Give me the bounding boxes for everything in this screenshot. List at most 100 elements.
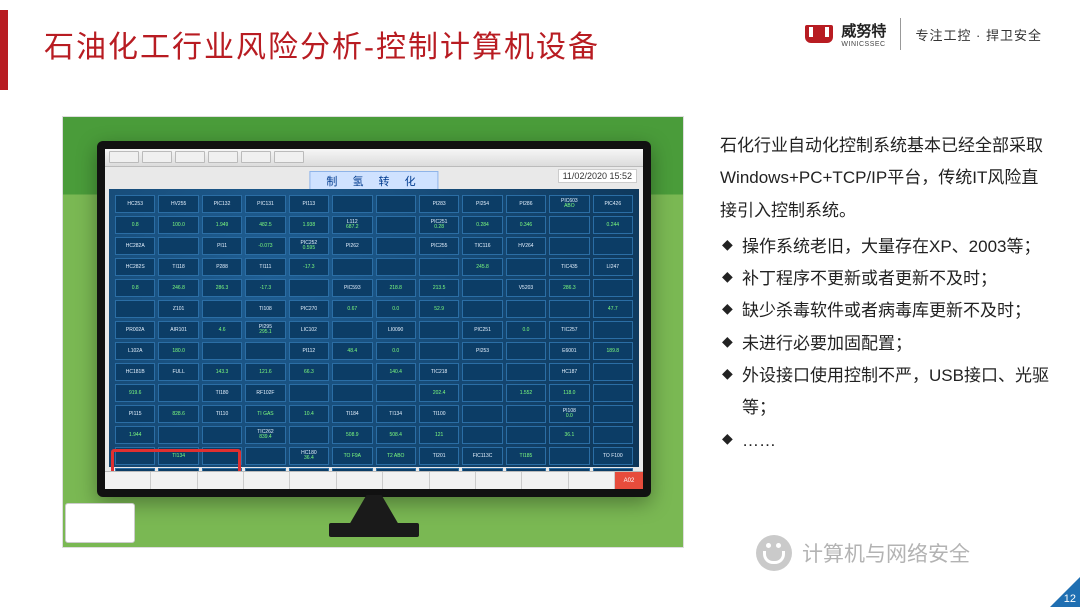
brand-tagline: 专注工控 · 捍卫安全 [915,25,1042,44]
body-text: 石化行业自动化控制系统基本已经全部采取Windows+PC+TCP/IP平台，传… [720,130,1054,457]
scada-tag [202,342,242,360]
bullet-item: …… [720,425,1054,457]
scada-tag: 118.0 [549,384,589,402]
scada-tag: FIC113C [462,447,502,465]
scada-tag: PIC2520.595 [289,237,329,255]
monitor-screen: 11/02/2020 15:52 制 氢 转 化 HC253HV255PIC13… [105,149,643,489]
desk-object [65,503,135,543]
bullet-item: 未进行必要加固配置； [720,328,1054,360]
scada-title: 制 氢 转 化 [309,171,438,191]
scada-tag: 10.4 [289,405,329,423]
scada-tag: 213.5 [419,279,459,297]
scada-tag: TIC218 [419,363,459,381]
scada-tag [332,258,372,276]
scada-tag: TI110 [202,405,242,423]
scada-tag: 286.3 [549,279,589,297]
scada-tag [332,195,372,213]
scada-tag: 0.244 [593,216,633,234]
monitor-stand [329,523,419,537]
brand-block: 威努特 WINICSSEC 专注工控 · 捍卫安全 [805,18,1042,50]
scada-tag [593,279,633,297]
scada-tag [462,300,502,318]
bullet-list: 操作系统老旧，大量存在XP、2003等；补丁程序不更新或者更新不及时；缺少杀毒软… [720,231,1054,457]
scada-tag: TIC116 [462,237,502,255]
scada-tag: 0.346 [506,216,546,234]
scada-tag: 1.552 [506,384,546,402]
monitor-photo: 11/02/2020 15:52 制 氢 转 化 HC253HV255PIC13… [62,116,684,548]
scada-tag: 0.8 [115,279,155,297]
scada-tag: 218.8 [376,279,416,297]
scada-tag [158,384,198,402]
scada-tag: L112687.2 [332,216,372,234]
screen-timestamp: 11/02/2020 15:52 [558,169,637,183]
scada-tag: TI180 [202,384,242,402]
watermark-text: 计算机与网络安全 [802,538,970,568]
scada-tag: 286.3 [202,279,242,297]
scada-tag: PIC132 [202,195,242,213]
scada-tag: TI134 [376,405,416,423]
scada-tag: 47.7 [593,300,633,318]
scada-tag: 36.1 [549,426,589,444]
monitor-frame: 11/02/2020 15:52 制 氢 转 化 HC253HV255PIC13… [97,141,651,497]
scada-tag: 0.0 [376,342,416,360]
scada-tag: HC282S [115,258,155,276]
scada-tag: 919.6 [115,384,155,402]
scada-tag [376,216,416,234]
scada-tag: 52.9 [419,300,459,318]
scada-tag [593,237,633,255]
scada-tag [549,447,589,465]
scada-tag: PR002A [115,321,155,339]
scada-tag: 246.8 [158,279,198,297]
brand-name-cn: 威努特 [841,20,886,41]
scada-tag: 0.8 [115,216,155,234]
scada-tag: TIC262839.4 [245,426,285,444]
scada-tag: PI113 [289,195,329,213]
scada-tag: PI262 [332,237,372,255]
scada-tag: PIC603ABO [549,195,589,213]
scada-tag: P288 [202,258,242,276]
scada-tag [115,447,155,465]
scada-tag [419,321,459,339]
scada-tag [506,405,546,423]
scada-tag: TI GAS [245,405,285,423]
scada-tag: TI185 [506,447,546,465]
scada-tag: TIC435 [549,258,589,276]
scada-tag [376,195,416,213]
scada-tag: 0.0 [506,321,546,339]
scada-tag: PI286 [506,195,546,213]
slide-title: 石油化工行业风险分析-控制计算机设备 [44,22,600,66]
scada-tag: AIR101 [158,321,198,339]
scada-tag: PI1080.0 [549,405,589,423]
scada-tag: 66.3 [289,363,329,381]
scada-tag: Z101 [158,300,198,318]
scada-tag: RF102F [245,384,285,402]
scada-tag: TI108 [245,300,285,318]
scada-tag: LIC102 [289,321,329,339]
scada-tag [593,405,633,423]
scada-tag: 0.0 [376,300,416,318]
footer-tag: A02 [615,472,643,489]
scada-tag [549,237,589,255]
scada-tag: TI134 [158,447,198,465]
scada-tag [549,300,589,318]
scada-tag [332,363,372,381]
watermark: 计算机与网络安全 [756,535,970,571]
scada-tag: 189.8 [593,342,633,360]
scada-tag [593,363,633,381]
scada-tag: 1.949 [202,216,242,234]
scada-tag: PI11 [202,237,242,255]
scada-tag: TO F100 [593,447,633,465]
scada-tag: 48.4 [332,342,372,360]
page-number: 12 [1064,593,1076,605]
scada-tag: PI112 [289,342,329,360]
scada-tag: TI111 [245,258,285,276]
scada-tag: LI0090 [376,321,416,339]
scada-tag [593,321,633,339]
scada-tag: -17.3 [245,279,285,297]
scada-tag [245,342,285,360]
scada-tag: 508.4 [376,426,416,444]
scada-tag: TIC257 [549,321,589,339]
scada-tag: PIC251 [462,321,502,339]
scada-tag [332,321,372,339]
scada-tag: 0.67 [332,300,372,318]
